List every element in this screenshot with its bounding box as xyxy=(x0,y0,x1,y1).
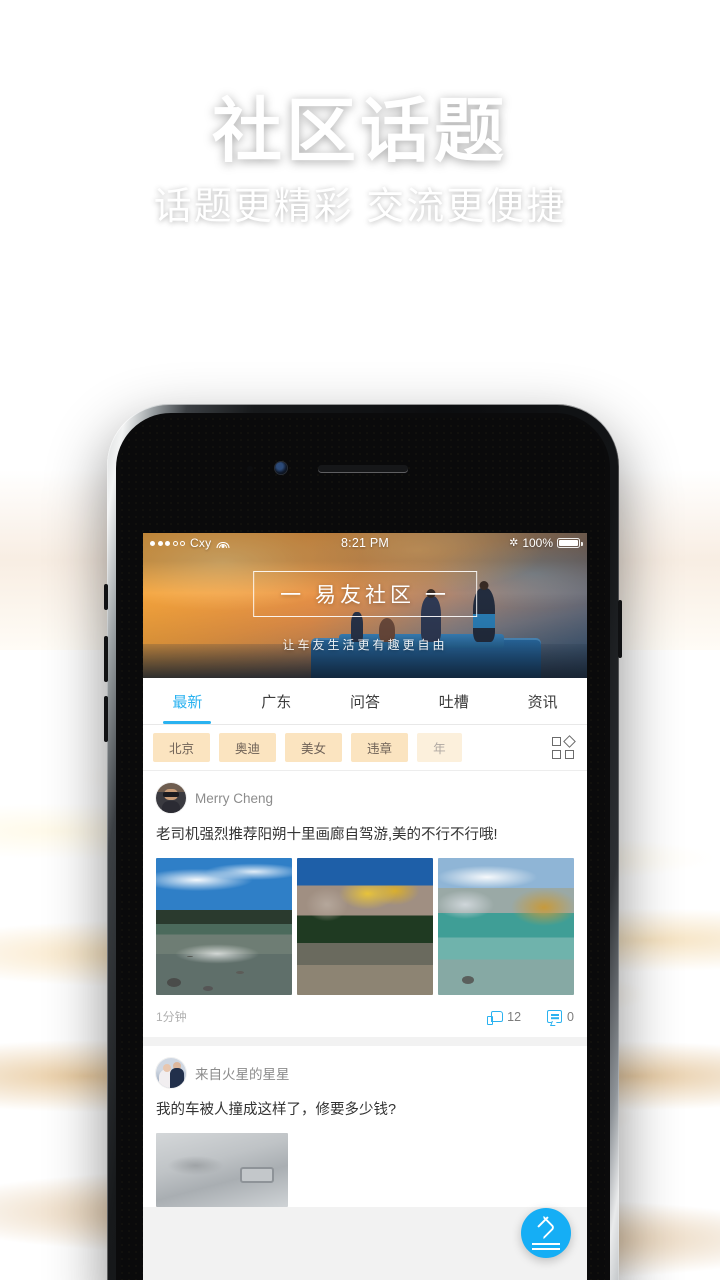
tag-chip-audi[interactable]: 奥迪 xyxy=(219,733,277,762)
volume-up-button[interactable] xyxy=(104,636,108,682)
post-body-text: 老司机强烈推荐阳朔十里画廊自驾游,美的不行不行哦! xyxy=(156,827,498,843)
promo-subheadline: 话题更精彩 交流更便捷 xyxy=(153,186,567,228)
avatar[interactable] xyxy=(156,1057,186,1088)
tab-guangdong[interactable]: 广东 xyxy=(232,678,321,724)
status-bar-clock: 8:21 PM xyxy=(341,536,389,550)
grid-view-icon[interactable] xyxy=(552,734,578,760)
promo-text-block: 社区话题 话题更精彩 交流更便捷 xyxy=(0,96,720,226)
pencil-rule-2 xyxy=(532,1248,560,1250)
post-author-name: 来自火星的星星 xyxy=(195,1066,290,1082)
tag-chip-row: 北京 奥迪 美女 违章 年 xyxy=(143,725,587,771)
post-item[interactable]: 来自火星的星星 我的车被人撞成这样了，修要多少钱? xyxy=(143,1045,587,1207)
post-author-name: Merry Cheng xyxy=(195,790,274,806)
post-author-row: Merry Cheng xyxy=(156,783,574,813)
bluetooth-icon: ✲ xyxy=(509,536,519,549)
tab-rant[interactable]: 吐槽 xyxy=(409,678,498,724)
tab-news[interactable]: 资讯 xyxy=(498,678,587,724)
tag-chip-violation[interactable]: 违章 xyxy=(351,733,409,762)
status-bar: Cxy 8:21 PM ✲ 100% xyxy=(143,533,587,553)
category-tab-bar: 最新 广东 问答 吐槽 资讯 xyxy=(143,678,587,725)
earpiece-speaker xyxy=(318,465,408,472)
phone-mockup: Cxy 8:21 PM ✲ 100% 一 易友社区 一 让车友生活更有趣更自由 … xyxy=(104,404,622,1280)
comment-count: 0 xyxy=(567,1009,574,1024)
promo-poster: 社区话题 话题更精彩 交流更便捷 Cxy 8:21 PM ✲ 100% 一 易友… xyxy=(0,0,720,1280)
post-body-text: 我的车被人撞成这样了，修要多少钱? xyxy=(156,1101,397,1118)
like-count: 12 xyxy=(507,1009,522,1024)
status-bar-right: ✲ 100% xyxy=(389,536,583,550)
battery-icon xyxy=(557,537,583,549)
chip-row-fade xyxy=(495,725,541,770)
volume-down-button[interactable] xyxy=(104,696,108,742)
signal-strength-icon xyxy=(150,540,185,546)
app-brand-title: 一 易友社区 一 xyxy=(253,571,477,617)
post-image[interactable] xyxy=(156,1132,288,1207)
feed-divider xyxy=(143,1036,587,1046)
post-image-grid xyxy=(156,857,574,995)
post-image[interactable] xyxy=(297,857,433,995)
post-feed: Merry Cheng 老司机强烈推荐阳朔十里画廊自驾游,美的不行不行哦! 1分… xyxy=(143,771,587,1207)
post-item[interactable]: Merry Cheng 老司机强烈推荐阳朔十里画廊自驾游,美的不行不行哦! 1分… xyxy=(143,771,587,1037)
comment-button[interactable]: 0 xyxy=(547,1010,574,1024)
tab-latest[interactable]: 最新 xyxy=(143,678,232,724)
comment-icon xyxy=(547,1010,563,1024)
app-header-hero: Cxy 8:21 PM ✲ 100% 一 易友社区 一 让车友生活更有趣更自由 xyxy=(143,533,587,678)
power-button[interactable] xyxy=(618,600,622,658)
post-image[interactable] xyxy=(156,857,292,995)
wifi-icon xyxy=(216,538,230,548)
proximity-sensor-icon xyxy=(247,466,253,472)
post-timestamp: 1分钟 xyxy=(156,1010,187,1025)
phone-screen: Cxy 8:21 PM ✲ 100% 一 易友社区 一 让车友生活更有趣更自由 … xyxy=(143,533,587,1280)
tag-chip-beauty[interactable]: 美女 xyxy=(285,733,343,762)
status-bar-left: Cxy xyxy=(150,536,341,550)
promo-headline: 社区话题 xyxy=(212,92,508,170)
thumbs-up-icon xyxy=(487,1009,503,1025)
tag-chip-beijing[interactable]: 北京 xyxy=(153,733,211,762)
tab-qa[interactable]: 问答 xyxy=(321,678,410,724)
front-camera-icon xyxy=(275,462,287,474)
carrier-label: Cxy xyxy=(190,536,212,550)
post-author-row: 来自火星的星星 xyxy=(156,1057,574,1088)
post-footer: 1分钟 12 0 xyxy=(156,997,574,1037)
compose-button[interactable] xyxy=(521,1208,571,1258)
post-image[interactable] xyxy=(438,857,574,995)
silent-switch[interactable] xyxy=(104,584,108,610)
pencil-rule-1 xyxy=(532,1243,560,1245)
battery-percent-label: 100% xyxy=(522,536,554,550)
tag-chip-partial[interactable]: 年 xyxy=(417,733,462,762)
avatar[interactable] xyxy=(156,783,186,813)
like-button[interactable]: 12 xyxy=(487,1009,522,1025)
app-tagline: 让车友生活更有趣更自由 xyxy=(282,638,448,652)
